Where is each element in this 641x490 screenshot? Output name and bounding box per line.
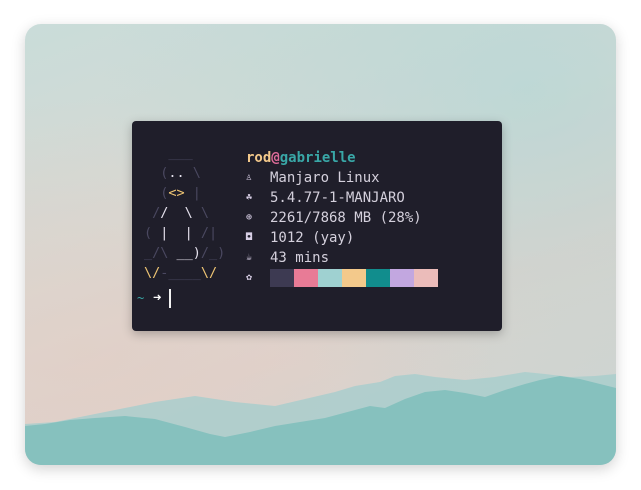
at-sign: @ <box>271 150 280 166</box>
ascii-line: \ <box>192 165 201 181</box>
text-cursor <box>169 288 171 308</box>
palette-swatch <box>390 269 414 287</box>
ascii-line: /| <box>192 225 218 241</box>
current-directory: ~ <box>137 291 145 305</box>
uptime-value: 43 mins <box>270 250 330 266</box>
username: rod <box>246 150 272 166</box>
memory-value: 2261/7868 MB (28%) <box>270 210 422 226</box>
packages-line: ◘ 1012 (yay) <box>246 228 438 248</box>
os-line: ♙ Manjaro Linux <box>246 168 438 188</box>
ascii-eyes: .. <box>168 165 193 181</box>
hostname: gabrielle <box>279 150 356 166</box>
ascii-line: ___ <box>144 145 193 161</box>
color-palette <box>270 269 438 287</box>
kernel-value: 5.4.77-1-MANJARO <box>270 190 405 206</box>
memory-line: ⊕ 2261/7868 MB (28%) <box>246 208 438 228</box>
ascii-beak: <> <box>168 185 185 201</box>
system-info: rod @ gabrielle ♙ Manjaro Linux ☘ 5.4.77-1… <box>246 148 438 288</box>
kernel-icon: ☘ <box>246 192 253 203</box>
kernel-line: ☘ 5.4.77-1-MANJARO <box>246 188 438 208</box>
uptime-coffee-icon: ☕ <box>246 252 253 263</box>
ascii-tux-logo: ___ (.. \ (<> | // \ \ ( | | /| _/\ __)/… <box>144 143 225 283</box>
ascii-belly: / \ <box>160 205 193 221</box>
ascii-line: \ <box>192 205 210 221</box>
ascii-line: ( <box>144 185 169 201</box>
ascii-line: | <box>184 185 201 201</box>
linux-penguin-icon: ♙ <box>246 172 253 183</box>
ascii-line: /_) <box>200 245 226 261</box>
shell-prompt[interactable]: ~ ➜ <box>137 288 171 308</box>
front-mountain-range <box>25 376 616 465</box>
ascii-foot: \/ <box>200 265 218 281</box>
ascii-line: _/\ <box>144 245 169 261</box>
ascii-belly: | | <box>160 225 193 241</box>
uptime-line: ☕ 43 mins <box>246 248 438 268</box>
terminal-window[interactable]: ___ (.. \ (<> | // \ \ ( | | /| _/\ __)/… <box>132 121 502 331</box>
palette-icon: ✿ <box>246 272 253 283</box>
ascii-line: / <box>144 205 161 221</box>
memory-icon: ⊕ <box>246 212 253 223</box>
ascii-line: -____ <box>160 265 201 281</box>
desktop-wallpaper: ___ (.. \ (<> | // \ \ ( | | /| _/\ __)/… <box>25 24 616 465</box>
palette-swatch <box>342 269 366 287</box>
ascii-belly: __) <box>168 245 201 261</box>
ascii-line: ( <box>144 225 161 241</box>
ascii-foot: \/ <box>144 265 161 281</box>
packages-value: 1012 (yay) <box>270 230 355 246</box>
palette-swatch <box>366 269 390 287</box>
palette-swatch <box>318 269 342 287</box>
os-value: Manjaro Linux <box>270 170 380 186</box>
palette-line: ✿ <box>246 268 438 288</box>
package-icon: ◘ <box>246 232 253 243</box>
palette-swatch <box>270 269 294 287</box>
user-host-line: rod @ gabrielle <box>246 148 438 168</box>
prompt-arrow-icon: ➜ <box>153 290 162 306</box>
palette-swatch <box>294 269 318 287</box>
palette-swatch <box>414 269 438 287</box>
ascii-line: ( <box>144 165 169 181</box>
